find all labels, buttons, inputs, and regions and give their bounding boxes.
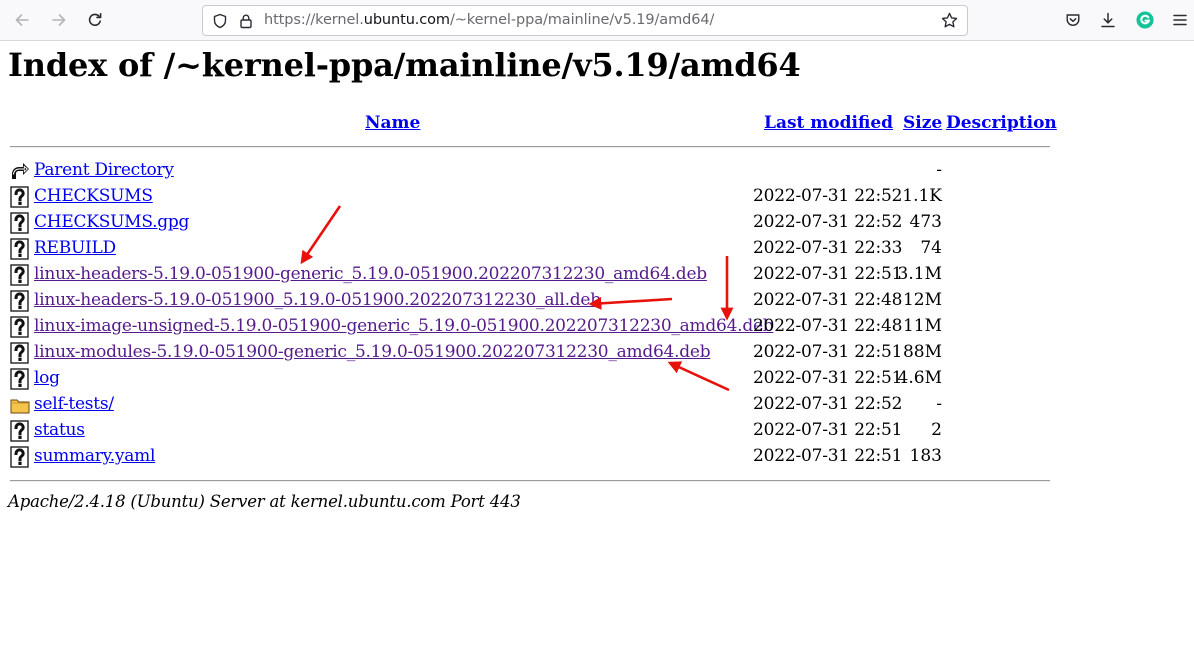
file-size: 74 bbox=[920, 238, 942, 258]
file-size: - bbox=[936, 160, 942, 180]
unknown-file-icon bbox=[10, 420, 30, 442]
pocket-icon bbox=[1066, 14, 1080, 26]
file-link[interactable]: log bbox=[34, 368, 60, 388]
reload-icon bbox=[88, 13, 102, 26]
header-divider bbox=[10, 146, 1050, 148]
file-link[interactable]: linux-modules-5.19.0-051900-generic_5.19… bbox=[34, 342, 711, 362]
server-signature: Apache/2.4.18 (Ubuntu) Server at kernel.… bbox=[8, 492, 521, 511]
file-size: - bbox=[936, 394, 942, 414]
download-icon bbox=[1101, 12, 1115, 28]
arrow-right-icon bbox=[52, 14, 66, 26]
last-modified: 2022-07-31 22:52 bbox=[753, 394, 903, 414]
file-row: status 2022-07-31 22:51 2 bbox=[0, 418, 1060, 444]
last-modified: 2022-07-31 22:51 bbox=[753, 420, 903, 440]
file-size: 3.1M bbox=[897, 264, 942, 284]
unknown-file-icon bbox=[10, 342, 30, 364]
file-size: 12M bbox=[902, 290, 942, 310]
file-row: linux-headers-5.19.0-051900_5.19.0-05190… bbox=[0, 288, 1060, 314]
forward-button[interactable] bbox=[45, 6, 73, 34]
file-row: CHECKSUMS 2022-07-31 22:52 1.1K bbox=[0, 184, 1060, 210]
file-row: linux-image-unsigned-5.19.0-051900-gener… bbox=[0, 314, 1060, 340]
last-modified: 2022-07-31 22:51 bbox=[753, 446, 903, 466]
file-link[interactable]: self-tests/ bbox=[34, 394, 114, 414]
file-link[interactable]: linux-headers-5.19.0-051900-generic_5.19… bbox=[34, 264, 707, 284]
unknown-file-icon bbox=[10, 212, 30, 234]
unknown-file-icon bbox=[10, 316, 30, 338]
url-host: ubuntu.com bbox=[363, 12, 450, 28]
file-row: log 2022-07-31 22:51 4.6M bbox=[0, 366, 1060, 392]
downloads-button[interactable] bbox=[1094, 6, 1122, 34]
file-row: summary.yaml 2022-07-31 22:51 183 bbox=[0, 444, 1060, 470]
file-link[interactable]: Parent Directory bbox=[34, 160, 174, 180]
unknown-file-icon bbox=[10, 446, 30, 468]
file-link[interactable]: CHECKSUMS.gpg bbox=[34, 212, 189, 232]
file-link[interactable]: CHECKSUMS bbox=[34, 186, 153, 206]
file-link[interactable]: linux-image-unsigned-5.19.0-051900-gener… bbox=[34, 316, 774, 336]
address-bar[interactable]: https://kernel.ubuntu.com/~kernel-ppa/ma… bbox=[202, 5, 968, 36]
pocket-button[interactable] bbox=[1059, 6, 1087, 34]
footer-divider bbox=[10, 480, 1050, 482]
star-icon[interactable] bbox=[941, 12, 958, 29]
shield-icon[interactable] bbox=[212, 13, 228, 29]
file-row: CHECKSUMS.gpg 2022-07-31 22:52 473 bbox=[0, 210, 1060, 236]
file-size: 11M bbox=[902, 316, 942, 336]
file-row: linux-modules-5.19.0-051900-generic_5.19… bbox=[0, 340, 1060, 366]
file-link[interactable]: linux-headers-5.19.0-051900_5.19.0-05190… bbox=[34, 290, 601, 310]
file-link[interactable]: status bbox=[34, 420, 85, 440]
sort-by-size-link[interactable]: Size bbox=[903, 113, 942, 133]
sort-by-last-modified-link[interactable]: Last modified bbox=[764, 113, 893, 133]
file-size: 1.1K bbox=[902, 186, 942, 206]
grammarly-extension-button[interactable] bbox=[1131, 6, 1159, 34]
file-size: 473 bbox=[909, 212, 942, 232]
file-link[interactable]: REBUILD bbox=[34, 238, 116, 258]
url-path: /~kernel-ppa/mainline/v5.19/amd64/ bbox=[449, 12, 715, 28]
unknown-file-icon bbox=[10, 368, 30, 390]
parent-directory-icon bbox=[10, 160, 30, 182]
url-prefix: https://kernel. bbox=[264, 12, 364, 28]
file-row: self-tests/2022-07-31 22:52 - bbox=[0, 392, 1060, 418]
browser-toolbar: https://kernel.ubuntu.com/~kernel-ppa/ma… bbox=[0, 0, 1194, 41]
hamburger-menu-icon bbox=[1173, 14, 1187, 26]
back-button[interactable] bbox=[8, 6, 36, 34]
last-modified: 2022-07-31 22:51 bbox=[753, 264, 903, 284]
reload-button[interactable] bbox=[81, 6, 109, 34]
last-modified: 2022-07-31 22:48 bbox=[753, 316, 903, 336]
last-modified: 2022-07-31 22:52 bbox=[753, 186, 903, 206]
unknown-file-icon bbox=[10, 290, 30, 312]
unknown-file-icon bbox=[10, 186, 30, 208]
last-modified: 2022-07-31 22:51 bbox=[753, 342, 903, 362]
last-modified: 2022-07-31 22:33 bbox=[753, 238, 903, 258]
folder-icon bbox=[10, 394, 30, 416]
menu-button[interactable] bbox=[1166, 6, 1194, 34]
sort-by-description-link[interactable]: Description bbox=[946, 113, 1057, 133]
lock-icon[interactable] bbox=[238, 13, 254, 29]
last-modified: 2022-07-31 22:48 bbox=[753, 290, 903, 310]
file-link[interactable]: summary.yaml bbox=[34, 446, 155, 466]
file-row: REBUILD 2022-07-31 22:33 74 bbox=[0, 236, 1060, 262]
grammarly-icon bbox=[1136, 11, 1154, 29]
file-size: 183 bbox=[909, 446, 942, 466]
file-row: linux-headers-5.19.0-051900-generic_5.19… bbox=[0, 262, 1060, 288]
sort-by-name-link[interactable]: Name bbox=[365, 113, 420, 133]
last-modified: 2022-07-31 22:52 bbox=[753, 212, 903, 232]
file-size: 2 bbox=[931, 420, 942, 440]
url-text[interactable]: https://kernel.ubuntu.com/~kernel-ppa/ma… bbox=[264, 12, 714, 28]
file-size: 88M bbox=[902, 342, 942, 362]
page-title: Index of /~kernel-ppa/mainline/v5.19/amd… bbox=[8, 46, 801, 84]
arrow-left-icon bbox=[15, 14, 29, 26]
file-size: 4.6M bbox=[897, 368, 942, 388]
last-modified: 2022-07-31 22:51 bbox=[753, 368, 903, 388]
unknown-file-icon bbox=[10, 264, 30, 286]
file-row: Parent Directory - bbox=[0, 158, 1060, 184]
unknown-file-icon bbox=[10, 238, 30, 260]
